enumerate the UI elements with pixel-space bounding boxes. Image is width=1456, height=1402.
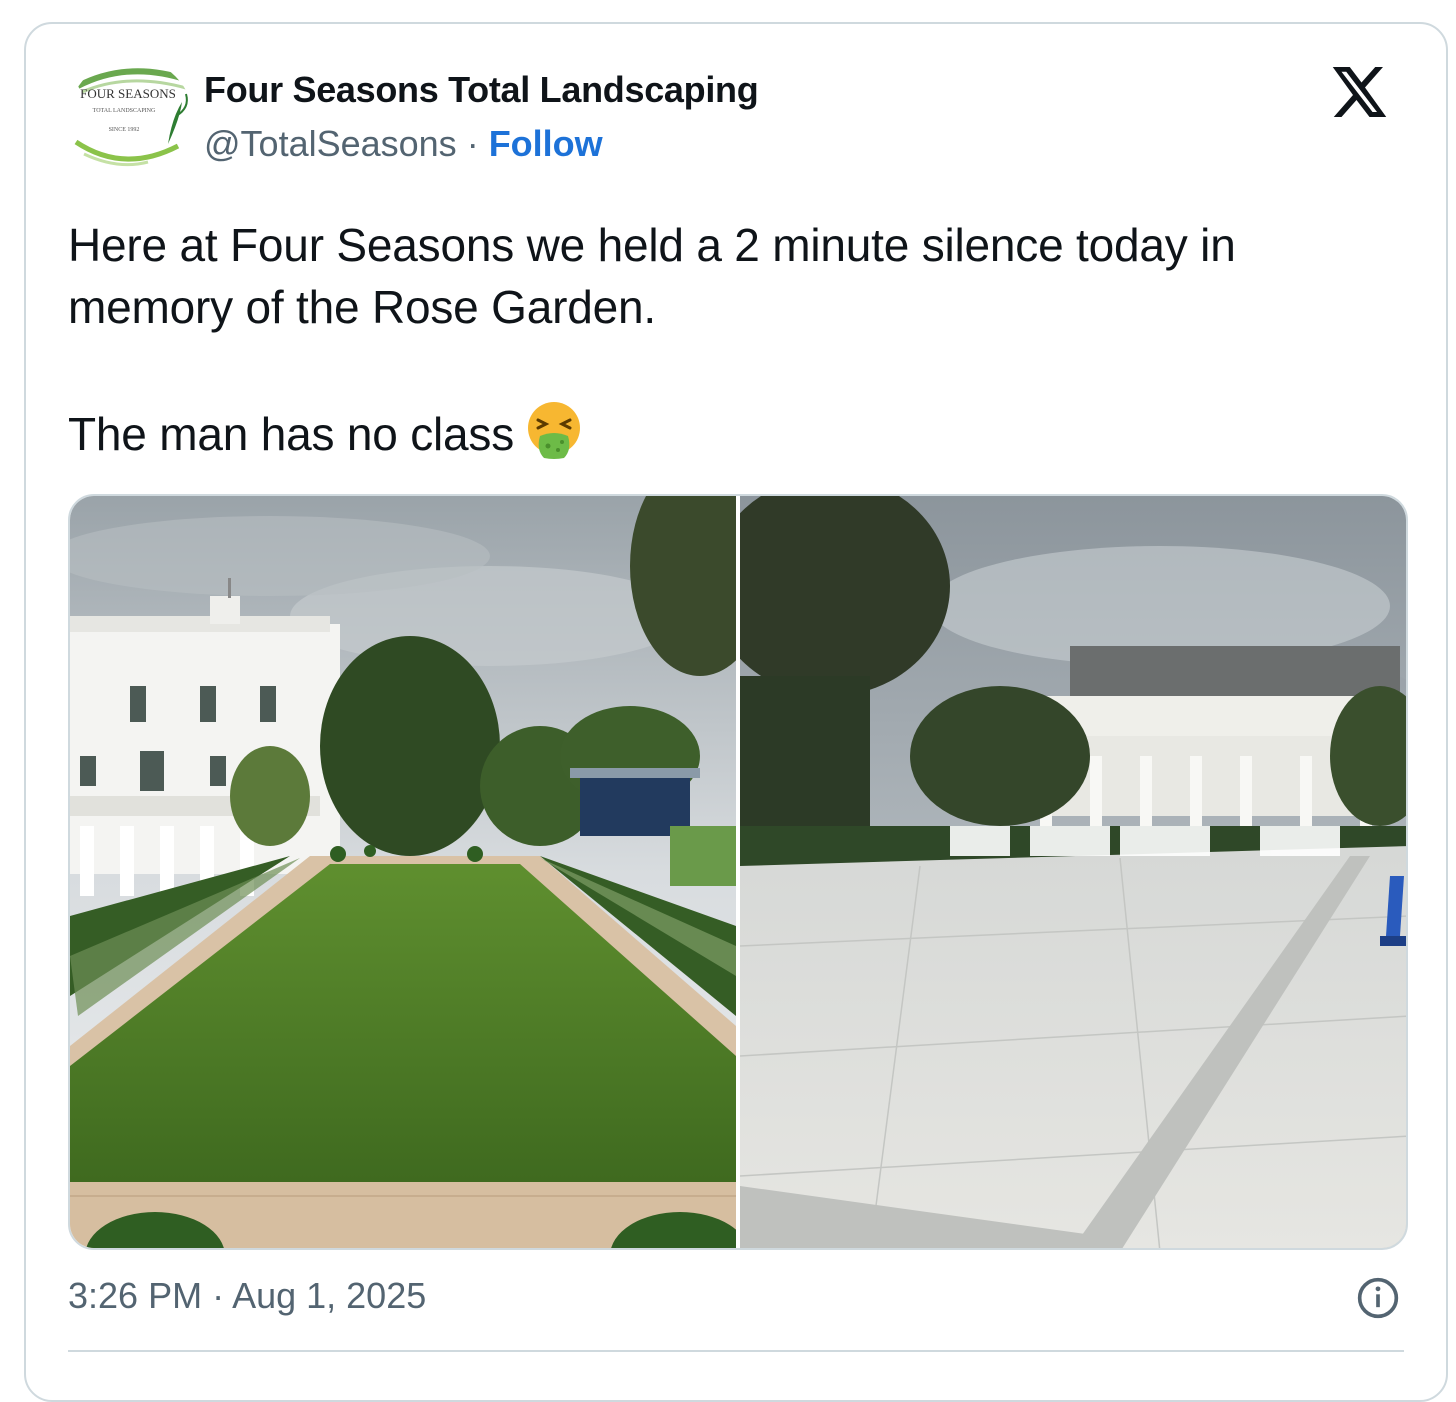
rose-garden-lawn-photo[interactable] — [70, 496, 736, 1248]
tweet-text-line-2-text: The man has no class — [68, 408, 515, 460]
svg-text:FOUR SEASONS: FOUR SEASONS — [80, 86, 176, 101]
follow-button[interactable]: Follow — [489, 123, 603, 164]
tweet-card[interactable]: FOUR SEASONS TOTAL LANDSCAPING SINCE 199… — [24, 22, 1448, 1402]
handle[interactable]: @TotalSeasons — [204, 123, 457, 164]
separator: · — [456, 123, 489, 164]
four-seasons-logo: FOUR SEASONS TOTAL LANDSCAPING SINCE 199… — [68, 58, 194, 184]
tweet-timestamp[interactable]: 3:26 PM · Aug 1, 2025 — [68, 1274, 426, 1318]
svg-text:SINCE 1992: SINCE 1992 — [109, 127, 140, 133]
tweet-text-line-2: The man has no class — [68, 400, 1388, 465]
divider — [68, 1350, 1404, 1352]
svg-text:TOTAL LANDSCAPING: TOTAL LANDSCAPING — [93, 108, 156, 114]
display-name[interactable]: Four Seasons Total Landscaping — [204, 68, 759, 112]
author-names: Four Seasons Total Landscaping @TotalSea… — [204, 68, 759, 166]
info-icon[interactable] — [1356, 1276, 1400, 1320]
rose-garden-paved-photo[interactable] — [740, 496, 1406, 1248]
vomiting-face-icon — [528, 402, 581, 459]
tweet-text: Here at Four Seasons we held a 2 minute … — [68, 214, 1388, 465]
x-logo-icon[interactable] — [1328, 62, 1388, 122]
avatar[interactable]: FOUR SEASONS TOTAL LANDSCAPING SINCE 199… — [68, 58, 194, 184]
tweet-media[interactable] — [68, 494, 1408, 1250]
tweet-header: FOUR SEASONS TOTAL LANDSCAPING SINCE 199… — [68, 58, 1406, 188]
handle-row: @TotalSeasons · Follow — [204, 122, 758, 166]
tweet-text-line-1: Here at Four Seasons we held a 2 minute … — [68, 219, 1236, 333]
